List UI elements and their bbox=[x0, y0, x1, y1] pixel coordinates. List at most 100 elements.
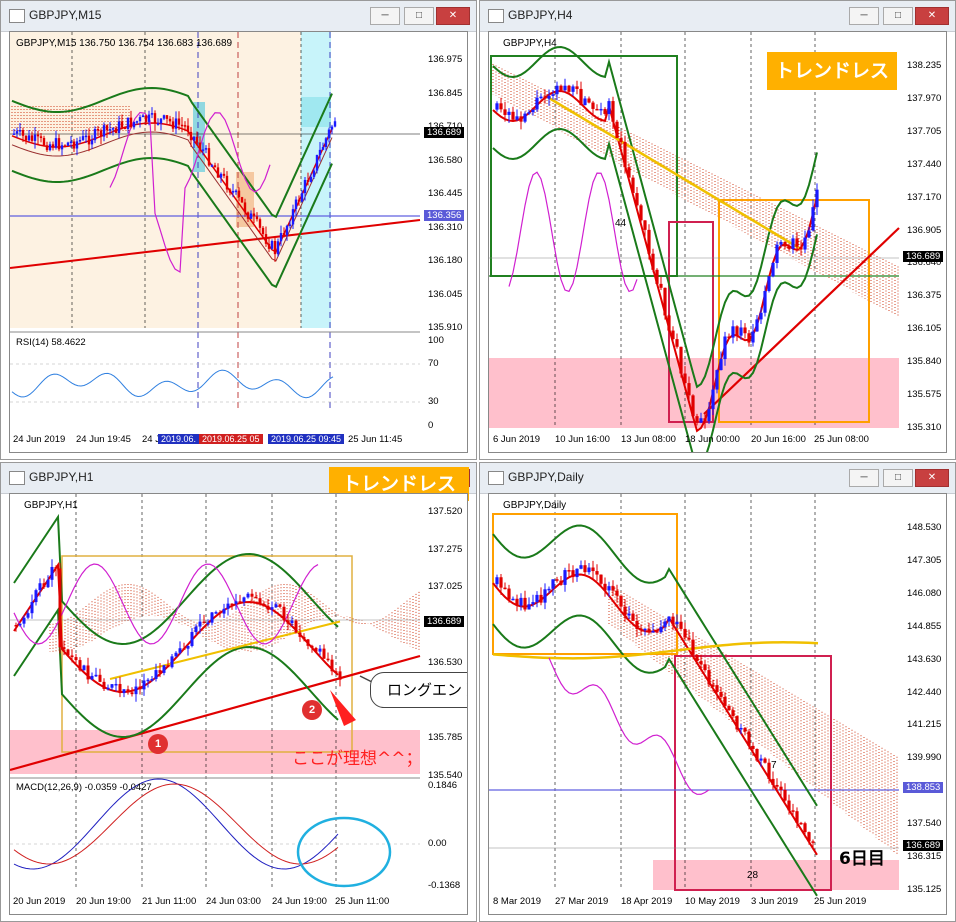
candle bbox=[623, 606, 627, 616]
candle bbox=[72, 141, 76, 149]
candle bbox=[619, 138, 623, 142]
candle bbox=[651, 253, 655, 270]
candle bbox=[322, 648, 326, 659]
candle bbox=[204, 148, 208, 150]
candle bbox=[102, 125, 106, 137]
price-axis-label: 135.840 bbox=[907, 356, 942, 368]
close-button[interactable]: ✕ bbox=[915, 7, 949, 25]
candle bbox=[54, 138, 58, 148]
candle bbox=[135, 121, 139, 123]
price-axis-label: 136.975 bbox=[428, 54, 463, 65]
candle bbox=[583, 98, 587, 106]
candle bbox=[783, 241, 787, 247]
restore-button[interactable]: □ bbox=[883, 7, 913, 25]
annotation: 28 bbox=[747, 870, 759, 881]
candle bbox=[707, 409, 711, 422]
minimize-button[interactable]: ─ bbox=[849, 469, 879, 487]
candle bbox=[607, 101, 611, 114]
price-axis-label: 146.080 bbox=[907, 587, 942, 599]
restore-button[interactable]: □ bbox=[404, 7, 434, 25]
window-h4[interactable]: GBPJPY,H4 ─ □ ✕ GBPJPY,H4 トレンドレス 138.235… bbox=[479, 0, 956, 460]
candle bbox=[249, 213, 253, 219]
chart-h1[interactable]: GBPJPY,H1 137.520137.275137.025136.78013… bbox=[9, 493, 468, 915]
candle bbox=[691, 395, 695, 417]
candle bbox=[189, 131, 193, 141]
line-price-tag: 138.853 bbox=[903, 782, 944, 793]
candle bbox=[57, 138, 61, 150]
candle bbox=[599, 108, 603, 111]
candle bbox=[246, 593, 250, 598]
candle bbox=[759, 312, 763, 320]
minimize-button[interactable]: ─ bbox=[370, 7, 400, 25]
candle bbox=[186, 645, 190, 649]
candle bbox=[58, 568, 62, 648]
candle bbox=[207, 148, 211, 166]
window-title: GBPJPY,Daily bbox=[508, 470, 584, 484]
candle bbox=[174, 118, 178, 129]
restore-icon: □ bbox=[894, 472, 902, 483]
candle bbox=[226, 603, 230, 609]
session-shade bbox=[10, 32, 301, 328]
time-label: 24 Jun 19:45 bbox=[76, 434, 131, 445]
window-titlebar[interactable]: GBPJPY,H4 ─ □ ✕ bbox=[480, 1, 955, 32]
candle bbox=[234, 190, 238, 193]
candle bbox=[503, 587, 507, 590]
candle bbox=[755, 319, 759, 332]
candle bbox=[559, 85, 563, 91]
candle bbox=[807, 832, 811, 842]
candle bbox=[334, 671, 338, 673]
window-daily[interactable]: GBPJPY,Daily ─ □ ✕ GBPJPY,Daily 148.530 1… bbox=[479, 462, 956, 922]
time-label: 25 Jun 08:00 bbox=[814, 434, 869, 445]
candle bbox=[15, 131, 19, 134]
candle bbox=[22, 617, 26, 624]
time-label: 21 Jun 11:00 bbox=[142, 896, 197, 907]
candle bbox=[90, 675, 94, 680]
chart-h4[interactable]: GBPJPY,H4 トレンドレス 138.235 137.970 137.705 13… bbox=[488, 31, 947, 453]
window-titlebar[interactable]: GBPJPY,Daily ─ □ ✕ bbox=[480, 463, 955, 494]
time-label: 24 Jun 03:00 bbox=[206, 896, 261, 907]
candle bbox=[611, 101, 615, 122]
restore-button[interactable]: □ bbox=[883, 469, 913, 487]
candle bbox=[180, 124, 184, 127]
annotation: 44 bbox=[615, 218, 627, 229]
price-axis-label: 136.845 bbox=[428, 87, 463, 99]
date-tag: 2019.06.25 05 bbox=[199, 434, 263, 444]
candle bbox=[54, 566, 58, 569]
candle bbox=[735, 326, 739, 336]
marker-1: 1 bbox=[148, 734, 168, 754]
close-button[interactable]: ✕ bbox=[915, 469, 949, 487]
window-titlebar[interactable]: GBPJPY,M15 ─ □ ✕ bbox=[1, 1, 476, 32]
price-axis-label: 136.045 bbox=[428, 288, 463, 300]
chart-window-icon bbox=[488, 471, 504, 485]
candle bbox=[623, 141, 627, 168]
candle bbox=[679, 346, 683, 374]
candle bbox=[84, 135, 88, 138]
candle bbox=[24, 135, 28, 141]
candle bbox=[166, 665, 170, 668]
candle bbox=[639, 205, 643, 221]
window-h1[interactable]: GBPJPY,H1 ─ □ ✕ トレンドレス GBPJPY,H1 137.520… bbox=[0, 462, 477, 922]
window-title: GBPJPY,M15 bbox=[29, 8, 102, 22]
candle bbox=[671, 616, 675, 625]
candle bbox=[587, 98, 591, 103]
candle bbox=[811, 841, 815, 843]
minimize-button[interactable]: ─ bbox=[849, 7, 879, 25]
candle bbox=[330, 659, 334, 672]
candle bbox=[695, 416, 699, 423]
candle bbox=[27, 135, 31, 141]
candle bbox=[703, 664, 707, 671]
chart-daily[interactable]: GBPJPY,Daily 148.530 147.305 146.080 144.85… bbox=[488, 493, 947, 915]
current-price-tag: 136.689 bbox=[424, 127, 465, 138]
close-button[interactable]: ✕ bbox=[436, 7, 470, 25]
candle bbox=[775, 784, 779, 787]
chart-window-icon bbox=[488, 9, 504, 23]
candle bbox=[338, 671, 342, 680]
candle bbox=[591, 102, 595, 109]
long-moving-average bbox=[109, 620, 341, 680]
candle bbox=[238, 601, 242, 603]
chart-m15[interactable]: GBPJPY,M15 136.750 136.754 136.683 136.6… bbox=[9, 31, 468, 453]
candle bbox=[795, 811, 799, 823]
candle bbox=[93, 128, 97, 141]
candle bbox=[255, 216, 259, 220]
window-m15[interactable]: GBPJPY,M15 ─ □ ✕ GBPJPY,M15 136.750 136.… bbox=[0, 0, 477, 460]
